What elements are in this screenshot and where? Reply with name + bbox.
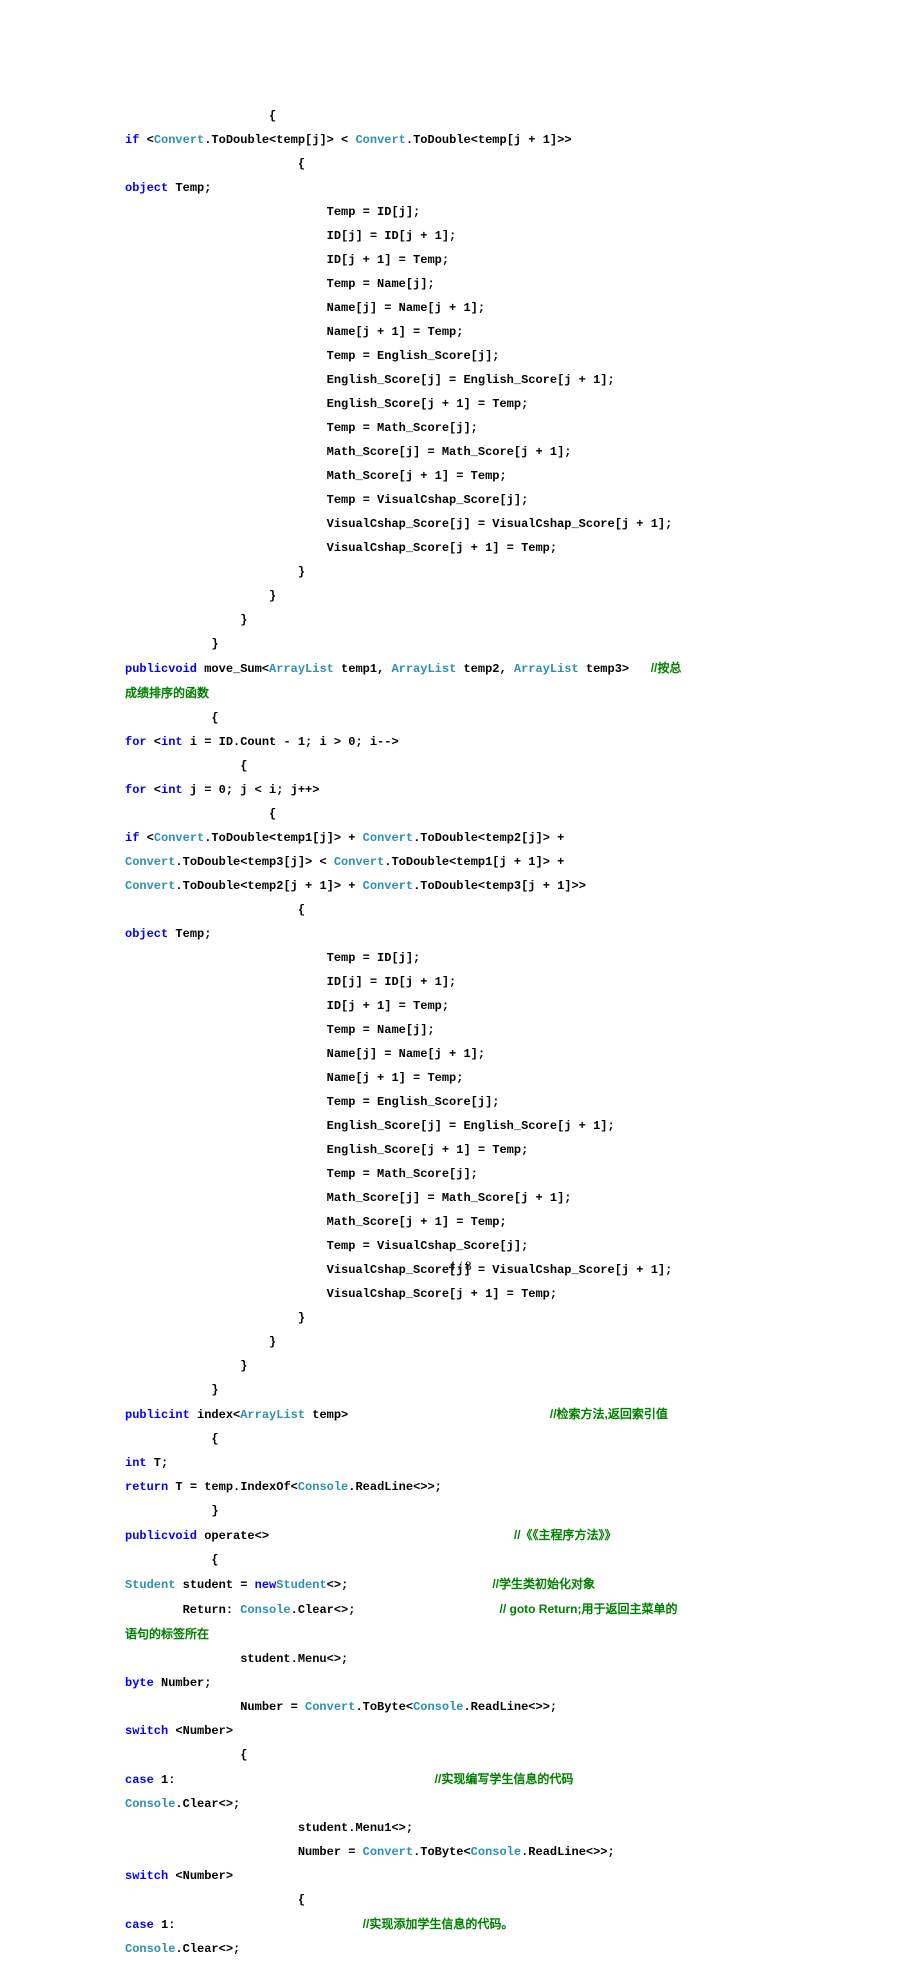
code-line: Convert.ToDouble<temp2[j + 1]> + Convert…: [125, 880, 795, 892]
code-line: Name[j] = Name[j + 1];: [125, 302, 795, 314]
code-line: Name[j] = Name[j + 1];: [125, 1048, 795, 1060]
code-line: case 1: //实现添加学生信息的代码。: [125, 1918, 795, 1931]
code-line: Math_Score[j] = Math_Score[j + 1];: [125, 1192, 795, 1204]
code-line: }: [125, 614, 795, 626]
code-line: Math_Score[j] = Math_Score[j + 1];: [125, 446, 795, 458]
code-line: }: [125, 1505, 795, 1517]
code-line: ID[j + 1] = Temp;: [125, 1000, 795, 1012]
code-line: Number = Convert.ToByte<Console.ReadLine…: [125, 1701, 795, 1713]
code-line: Console.Clear<>;: [125, 1798, 795, 1810]
code-line: }: [125, 1360, 795, 1372]
code-line: object Temp;: [125, 928, 795, 940]
code-line: {: [125, 158, 795, 170]
code-line: English_Score[j] = English_Score[j + 1];: [125, 1120, 795, 1132]
code-line: case 1: //实现编写学生信息的代码: [125, 1773, 795, 1786]
code-line: ID[j] = ID[j + 1];: [125, 976, 795, 988]
code-line: VisualCshap_Score[j] = VisualCshap_Score…: [125, 518, 795, 530]
code-line: English_Score[j + 1] = Temp;: [125, 398, 795, 410]
code-line: }: [125, 1312, 795, 1324]
code-line: int T;: [125, 1457, 795, 1469]
code-line: if <Convert.ToDouble<temp1[j]> + Convert…: [125, 832, 795, 844]
code-line: Temp = Math_Score[j];: [125, 1168, 795, 1180]
code-line: English_Score[j] = English_Score[j + 1];: [125, 374, 795, 386]
code-line: {: [125, 110, 795, 122]
code-line: Temp = Math_Score[j];: [125, 422, 795, 434]
code-line: Convert.ToDouble<temp3[j]> < Convert.ToD…: [125, 856, 795, 868]
code-line: Math_Score[j + 1] = Temp;: [125, 470, 795, 482]
code-line: }: [125, 1384, 795, 1396]
code-line: English_Score[j + 1] = Temp;: [125, 1144, 795, 1156]
code-line: Temp = VisualCshap_Score[j];: [125, 494, 795, 506]
code-line: ID[j + 1] = Temp;: [125, 254, 795, 266]
code-line: }: [125, 566, 795, 578]
code-line: byte Number;: [125, 1677, 795, 1689]
code-line: Temp = ID[j];: [125, 206, 795, 218]
code-line: {: [125, 760, 795, 772]
code-line: Temp = VisualCshap_Score[j];: [125, 1240, 795, 1252]
code-line: Temp = ID[j];: [125, 952, 795, 964]
code-line: student.Menu<>;: [125, 1653, 795, 1665]
code-line: publicvoid move_Sum<ArrayList temp1, Arr…: [125, 662, 795, 675]
code-line: VisualCshap_Score[j + 1] = Temp;: [125, 542, 795, 554]
code-line: Temp = Name[j];: [125, 278, 795, 290]
code-line: {: [125, 1433, 795, 1445]
code-line: publicint index<ArrayList temp> //检索方法,返…: [125, 1408, 795, 1421]
code-line: switch <Number>: [125, 1870, 795, 1882]
code-line: Number = Convert.ToByte<Console.ReadLine…: [125, 1846, 795, 1858]
code-line: {: [125, 808, 795, 820]
code-line: {: [125, 1554, 795, 1566]
code-line: Name[j + 1] = Temp;: [125, 1072, 795, 1084]
code-line: 成绩排序的函数: [125, 687, 795, 700]
code-line: Console.Clear<>;: [125, 1943, 795, 1955]
code-line: {: [125, 712, 795, 724]
code-line: ID[j] = ID[j + 1];: [125, 230, 795, 242]
code-line: publicvoid operate<> //《《主程序方法》》: [125, 1529, 795, 1542]
code-line: for <int j = 0; j < i; j++>: [125, 784, 795, 796]
code-line: return T = temp.IndexOf<Console.ReadLine…: [125, 1481, 795, 1493]
code-line: Temp = English_Score[j];: [125, 350, 795, 362]
code-line: {: [125, 904, 795, 916]
code-line: Return: Console.Clear<>; // goto Return;…: [125, 1603, 795, 1616]
page-number: 4 / 8: [0, 1259, 920, 1272]
code-line: Temp = Name[j];: [125, 1024, 795, 1036]
code-line: Student student = newStudent<>; //学生类初始化…: [125, 1578, 795, 1591]
code-line: Math_Score[j + 1] = Temp;: [125, 1216, 795, 1228]
code-line: }: [125, 590, 795, 602]
code-line: {: [125, 1894, 795, 1906]
code-line: if <Convert.ToDouble<temp[j]> < Convert.…: [125, 134, 795, 146]
document-page: { if <Convert.ToDouble<temp[j]> < Conver…: [0, 0, 920, 1302]
code-line: object Temp;: [125, 182, 795, 194]
code-line: }: [125, 638, 795, 650]
code-line: 语句的标签所在: [125, 1628, 795, 1641]
code-line: }: [125, 1336, 795, 1348]
code-line: VisualCshap_Score[j + 1] = Temp;: [125, 1288, 795, 1300]
code-line: for <int i = ID.Count - 1; i > 0; i-->: [125, 736, 795, 748]
code-block: { if <Convert.ToDouble<temp[j]> < Conver…: [125, 110, 795, 1967]
code-line: {: [125, 1749, 795, 1761]
code-line: switch <Number>: [125, 1725, 795, 1737]
code-line: Name[j + 1] = Temp;: [125, 326, 795, 338]
code-line: student.Menu1<>;: [125, 1822, 795, 1834]
code-line: Temp = English_Score[j];: [125, 1096, 795, 1108]
